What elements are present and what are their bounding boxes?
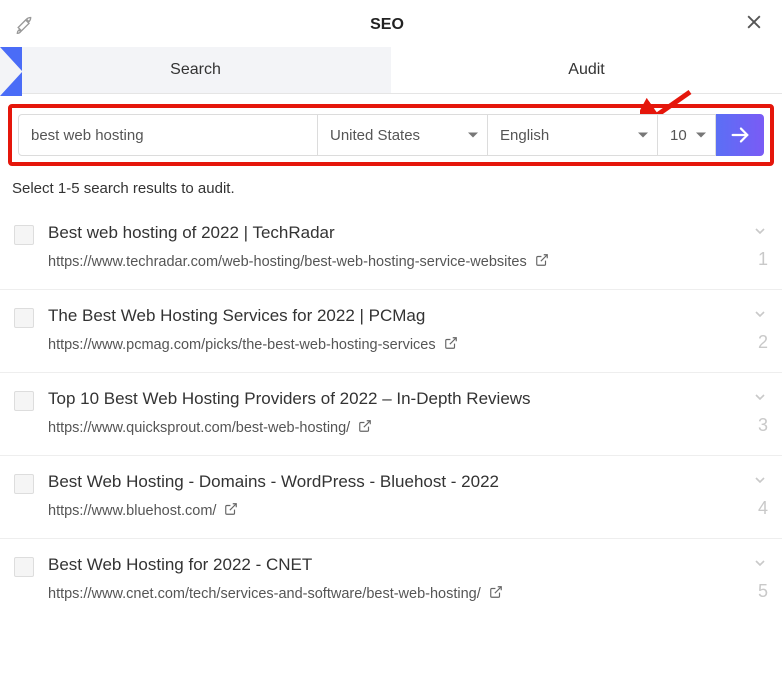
result-row: Best web hosting of 2022 | TechRadar htt…	[0, 207, 782, 290]
results-list: Best web hosting of 2022 | TechRadar htt…	[0, 207, 782, 621]
result-row: Top 10 Best Web Hosting Providers of 202…	[0, 373, 782, 456]
filter-bar: United States English 10	[18, 114, 764, 156]
result-rank: 4	[758, 498, 768, 519]
result-checkbox[interactable]	[14, 391, 34, 411]
result-url-text: https://www.pcmag.com/picks/the-best-web…	[48, 337, 436, 353]
result-url-text: https://www.techradar.com/web-hosting/be…	[48, 254, 527, 270]
language-select[interactable]: English	[488, 114, 658, 156]
result-meta: 1	[752, 223, 768, 270]
result-body: Top 10 Best Web Hosting Providers of 202…	[48, 389, 738, 437]
result-checkbox[interactable]	[14, 308, 34, 328]
result-checkbox[interactable]	[14, 225, 34, 245]
header: SEO	[0, 0, 782, 47]
result-title: Best web hosting of 2022 | TechRadar	[48, 223, 738, 243]
result-rank: 3	[758, 415, 768, 436]
result-url[interactable]: https://www.cnet.com/tech/services-and-s…	[48, 585, 738, 603]
external-link-icon	[358, 419, 372, 437]
chevron-down-icon[interactable]	[752, 306, 768, 322]
filter-bar-highlight: United States English 10	[8, 104, 774, 166]
external-link-icon	[535, 253, 549, 271]
chevron-down-icon[interactable]	[752, 472, 768, 488]
count-select[interactable]: 10	[658, 114, 716, 156]
result-meta: 4	[752, 472, 768, 519]
search-input[interactable]	[18, 114, 318, 156]
result-row: Best Web Hosting - Domains - WordPress -…	[0, 456, 782, 539]
result-meta: 3	[752, 389, 768, 436]
tab-audit[interactable]: Audit	[391, 47, 782, 93]
page-title: SEO	[34, 16, 740, 34]
result-body: Best web hosting of 2022 | TechRadar htt…	[48, 223, 738, 271]
result-rank: 2	[758, 332, 768, 353]
submit-button[interactable]	[716, 114, 764, 156]
result-checkbox[interactable]	[14, 557, 34, 577]
result-url-text: https://www.quicksprout.com/best-web-hos…	[48, 420, 350, 436]
result-rank: 1	[758, 249, 768, 270]
rocket-icon	[14, 15, 34, 35]
instruction-text: Select 1-5 search results to audit.	[0, 166, 782, 207]
result-rank: 5	[758, 581, 768, 602]
result-title: Best Web Hosting - Domains - WordPress -…	[48, 472, 738, 492]
tabs: Search Audit	[0, 47, 782, 94]
chevron-down-icon[interactable]	[752, 223, 768, 239]
result-url-text: https://www.bluehost.com/	[48, 503, 216, 519]
result-url[interactable]: https://www.bluehost.com/	[48, 502, 738, 520]
country-select[interactable]: United States	[318, 114, 488, 156]
result-body: Best Web Hosting - Domains - WordPress -…	[48, 472, 738, 520]
result-body: The Best Web Hosting Services for 2022 |…	[48, 306, 738, 354]
chevron-down-icon[interactable]	[752, 389, 768, 405]
result-url[interactable]: https://www.techradar.com/web-hosting/be…	[48, 253, 738, 271]
result-checkbox[interactable]	[14, 474, 34, 494]
external-link-icon	[444, 336, 458, 354]
tab-search[interactable]: Search	[0, 47, 391, 93]
result-title: Top 10 Best Web Hosting Providers of 202…	[48, 389, 738, 409]
result-meta: 5	[752, 555, 768, 602]
result-meta: 2	[752, 306, 768, 353]
result-url[interactable]: https://www.pcmag.com/picks/the-best-web…	[48, 336, 738, 354]
result-title: The Best Web Hosting Services for 2022 |…	[48, 306, 738, 326]
result-url-text: https://www.cnet.com/tech/services-and-s…	[48, 586, 481, 602]
external-link-icon	[224, 502, 238, 520]
result-title: Best Web Hosting for 2022 - CNET	[48, 555, 738, 575]
result-url[interactable]: https://www.quicksprout.com/best-web-hos…	[48, 419, 738, 437]
result-row: The Best Web Hosting Services for 2022 |…	[0, 290, 782, 373]
close-icon[interactable]	[740, 8, 768, 41]
external-link-icon	[489, 585, 503, 603]
result-body: Best Web Hosting for 2022 - CNET https:/…	[48, 555, 738, 603]
chevron-down-icon[interactable]	[752, 555, 768, 571]
result-row: Best Web Hosting for 2022 - CNET https:/…	[0, 539, 782, 621]
